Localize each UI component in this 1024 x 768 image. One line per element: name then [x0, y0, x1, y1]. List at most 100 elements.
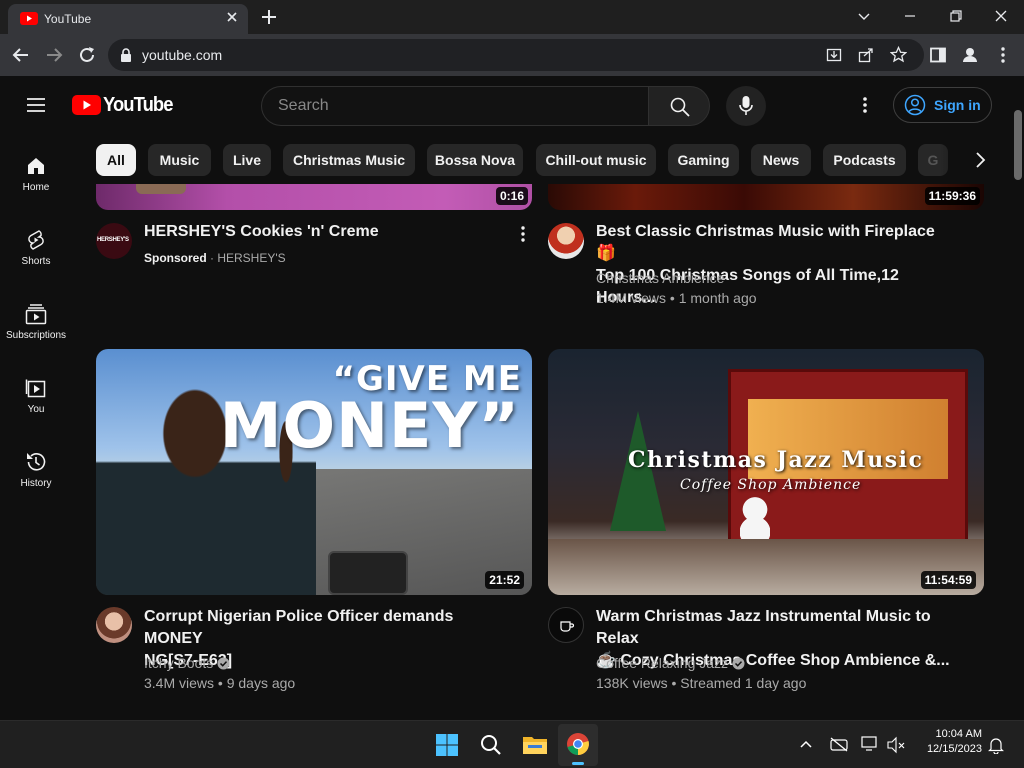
- video-thumbnail[interactable]: “GIVE ME MONEY” 21:52: [96, 349, 532, 595]
- sidebar-item-label: Home: [22, 182, 50, 193]
- new-tab-icon[interactable]: [260, 8, 278, 26]
- voice-search-button[interactable]: [726, 86, 766, 126]
- volume-muted-icon[interactable]: [886, 736, 906, 754]
- video-title[interactable]: HERSHEY'S Cookies 'n' Creme: [144, 221, 494, 243]
- profile-icon[interactable]: [960, 45, 980, 65]
- minimize-icon[interactable]: [902, 8, 918, 24]
- sidebar-item-label: You: [27, 404, 45, 415]
- video-more-icon[interactable]: [516, 224, 530, 244]
- chrome-taskbar-button[interactable]: [558, 724, 598, 766]
- sidebar-item-home[interactable]: Home: [0, 146, 72, 220]
- video-views-age: 138K views • Streamed 1 day ago: [596, 675, 807, 691]
- close-tab-icon[interactable]: [224, 9, 240, 25]
- sidebar-item-subscriptions[interactable]: Subscriptions: [0, 294, 72, 368]
- file-explorer-icon[interactable]: [522, 733, 548, 755]
- thumbnail-caption-bottom: Coffee Shop Ambience: [680, 477, 862, 493]
- search-icon: [669, 96, 691, 118]
- channel-avatar[interactable]: HERSHEY'S: [96, 223, 132, 259]
- notification-bell-icon[interactable]: [988, 736, 1004, 754]
- lock-icon[interactable]: [120, 48, 132, 62]
- video-duration: 11:54:59: [920, 571, 976, 589]
- video-thumbnail[interactable]: Christmas Jazz Music Coffee Shop Ambienc…: [548, 349, 984, 595]
- search-taskbar-icon[interactable]: [479, 733, 503, 757]
- search-input[interactable]: Search: [261, 86, 648, 126]
- youtube-logo[interactable]: YouTube: [72, 94, 173, 116]
- chevron-up-icon[interactable]: [798, 737, 814, 751]
- thumbnail-caption-bottom: MONEY”: [219, 389, 520, 462]
- settings-more-icon[interactable]: [856, 95, 874, 115]
- side-panel-icon[interactable]: [929, 46, 947, 64]
- camera-off-icon[interactable]: [829, 736, 849, 752]
- tab-title: YouTube: [44, 12, 92, 26]
- video-title-line: Best Classic Christmas Music with Firepl…: [596, 223, 935, 262]
- chrome-menu-icon[interactable]: [995, 46, 1011, 64]
- chrome-icon: [566, 732, 590, 756]
- chip-christmas-music[interactable]: Christmas Music: [283, 144, 415, 176]
- history-icon: [24, 450, 48, 474]
- avatar-text: HERSHEY'S: [97, 237, 129, 243]
- video-title-line: Corrupt Nigerian Police Officer demands …: [144, 608, 454, 647]
- video-views-age: 1.4M views • 1 month ago: [596, 290, 757, 306]
- chip-bossa-nova[interactable]: Bossa Nova: [427, 144, 523, 176]
- channel-name[interactable]: · HERSHEY'S: [210, 251, 286, 265]
- browser-tab[interactable]: YouTube: [8, 4, 248, 34]
- sign-in-label: Sign in: [934, 97, 981, 113]
- restore-icon[interactable]: [948, 8, 964, 24]
- sidebar-item-label: History: [20, 478, 52, 489]
- windows-start-icon[interactable]: [435, 733, 459, 757]
- chip-chill-out-music[interactable]: Chill-out music: [536, 144, 656, 176]
- channel-name[interactable]: Coffee Relaxing Jazz: [596, 655, 728, 671]
- address-bar[interactable]: youtube.com: [108, 39, 924, 71]
- share-icon[interactable]: [858, 47, 874, 63]
- chip-live[interactable]: Live: [223, 144, 271, 176]
- sidebar-item-you[interactable]: You: [0, 368, 72, 442]
- bookmark-star-icon[interactable]: [890, 46, 907, 63]
- chip-gaming[interactable]: Gaming: [668, 144, 739, 176]
- video-thumbnail[interactable]: 11:59:36: [548, 184, 984, 210]
- coffee-cup-icon: [559, 617, 575, 633]
- chip-podcasts[interactable]: Podcasts: [823, 144, 906, 176]
- network-icon[interactable]: [860, 735, 880, 753]
- forward-icon[interactable]: [45, 46, 63, 64]
- youtube-logo-icon: [72, 95, 101, 115]
- chevron-right-icon[interactable]: [968, 148, 992, 172]
- channel-name[interactable]: Itchy Boots: [144, 655, 213, 671]
- url-text: youtube.com: [142, 47, 223, 63]
- channel-row: Itchy Boots: [144, 653, 230, 673]
- channel-name[interactable]: Christmas Ambience: [596, 268, 724, 288]
- account-circle-icon: [904, 94, 926, 116]
- chip-all[interactable]: All: [96, 144, 136, 176]
- active-app-indicator: [572, 762, 584, 765]
- thumbnail-mirror: [328, 551, 408, 595]
- channel-avatar[interactable]: [548, 607, 584, 643]
- search-button[interactable]: [648, 86, 710, 126]
- back-icon[interactable]: [12, 46, 30, 64]
- sidebar-item-shorts[interactable]: Shorts: [0, 220, 72, 294]
- search-placeholder: Search: [278, 97, 329, 114]
- install-app-icon[interactable]: [826, 47, 842, 63]
- channel-avatar[interactable]: [548, 223, 584, 259]
- chip-news[interactable]: News: [751, 144, 811, 176]
- system-clock[interactable]: 10:04 AM 12/15/2023: [912, 727, 982, 757]
- verified-badge-icon: [732, 657, 745, 670]
- page-scrollbar-thumb[interactable]: [1014, 110, 1022, 180]
- sponsored-badge: Sponsored: [144, 251, 207, 265]
- hamburger-menu-icon[interactable]: [26, 96, 46, 114]
- verified-badge-icon: [217, 657, 230, 670]
- shorts-icon: [24, 228, 48, 252]
- video-thumbnail[interactable]: 0:16: [96, 184, 532, 210]
- channel-avatar[interactable]: [96, 607, 132, 643]
- reload-icon[interactable]: [78, 46, 96, 64]
- browser-tab-bar: YouTube: [0, 0, 1024, 34]
- thumbnail-ground: [548, 539, 984, 595]
- video-duration: 11:59:36: [924, 187, 980, 205]
- sidebar-item-history[interactable]: History: [0, 442, 72, 516]
- subscriptions-icon: [24, 302, 48, 326]
- sign-in-button[interactable]: Sign in: [893, 87, 992, 123]
- tab-search-chevron-icon[interactable]: [856, 8, 872, 24]
- video-duration: 0:16: [495, 187, 528, 205]
- youtube-favicon-icon: [20, 12, 38, 25]
- close-window-icon[interactable]: [993, 8, 1009, 24]
- chip-music[interactable]: Music: [148, 144, 211, 176]
- video-meta: Sponsored · HERSHEY'S: [144, 248, 286, 268]
